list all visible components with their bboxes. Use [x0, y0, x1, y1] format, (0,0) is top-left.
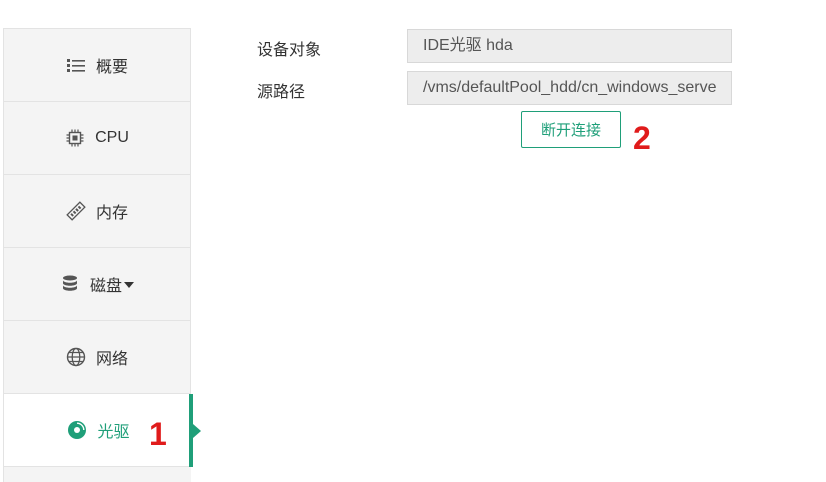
sidebar-item-disk[interactable]: 磁盘	[4, 248, 191, 321]
active-indicator-arrow	[193, 424, 201, 438]
sidebar-item-label: 网络	[95, 351, 128, 368]
sidebar-item-overview[interactable]: 概要	[4, 29, 191, 102]
annotation-marker-1: 1	[149, 416, 167, 452]
disconnect-button[interactable]: 断开连接	[521, 111, 621, 148]
list-icon	[66, 55, 86, 75]
sidebar-item-memory[interactable]: 内存	[4, 175, 191, 248]
source-path-field[interactable]: /vms/defaultPool_hdd/cn_windows_serve	[407, 71, 732, 105]
annotation-marker-2: 2	[633, 120, 651, 156]
database-icon	[60, 274, 80, 294]
sidebar-item-label: 概要	[95, 59, 128, 76]
globe-icon	[66, 347, 86, 367]
sidebar-item-label: 磁盘	[89, 278, 122, 295]
memory-stick-icon	[66, 201, 86, 221]
cpu-chip-icon	[65, 128, 85, 148]
device-object-label: 设备对象	[257, 42, 322, 59]
disc-icon	[67, 420, 87, 440]
device-object-field[interactable]: IDE光驱 hda	[407, 29, 732, 63]
sidebar-nav: 概要 CPU 内存 磁盘 网络 光驱	[3, 28, 193, 482]
source-path-label: 源路径	[257, 84, 306, 101]
sidebar-item-label: 内存	[95, 205, 128, 222]
sidebar-item-network[interactable]: 网络	[4, 321, 191, 394]
sidebar-item-cpu[interactable]: CPU	[4, 102, 191, 175]
caret-down-icon	[124, 275, 134, 293]
sidebar-item-label: CPU	[95, 129, 129, 146]
sidebar-item-label: 光驱	[97, 424, 130, 441]
